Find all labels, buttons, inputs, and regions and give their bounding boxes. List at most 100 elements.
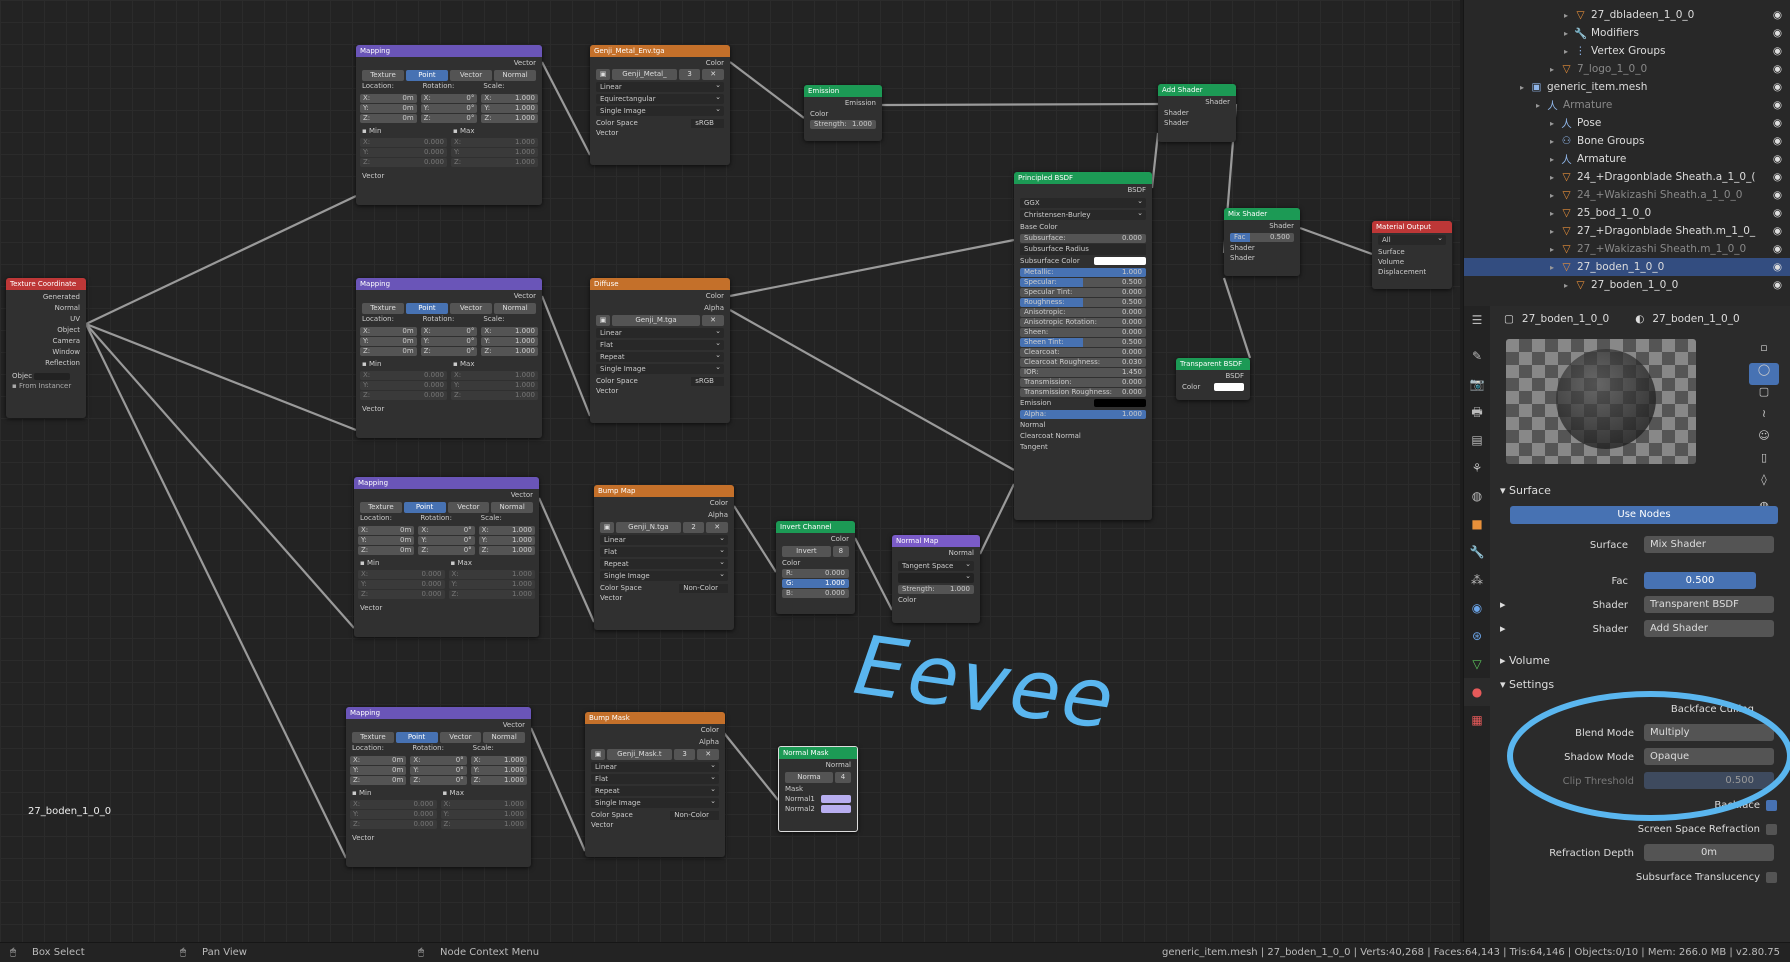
value-field[interactable]: X: 1.000 (481, 327, 539, 336)
value-field[interactable]: X: 0m (360, 94, 417, 103)
value-field[interactable]: Y: 0m (358, 536, 415, 545)
uv-map-field[interactable] (898, 573, 974, 583)
bsdf-slider[interactable]: Clearcoat Roughness: 0.030 (1020, 358, 1146, 367)
texture-coordinate-node[interactable]: Texture Coordinate Generated Normal UV Obje… (6, 278, 86, 418)
value-field[interactable]: Z: 0.000 (360, 158, 447, 167)
value-field[interactable]: Z: 1.000 (478, 546, 535, 555)
value-field[interactable]: X: 1.000 (448, 570, 535, 579)
value-field[interactable]: X: 0.000 (360, 138, 447, 147)
value-field[interactable]: Z: 0° (420, 114, 478, 123)
bsdf-slider[interactable]: Anisotropic Rotation: 0.000 (1020, 318, 1146, 327)
sphere-preview-icon[interactable]: ◯ (1749, 363, 1779, 385)
mapping-type-point[interactable]: Point (403, 502, 446, 513)
mix-shader-node[interactable]: Mix Shader Shader Fac 0.500 Shader Shader (1224, 208, 1300, 276)
mapping-type-normal[interactable]: Normal (483, 732, 525, 743)
visibility-eye-icon[interactable]: ◉ (1773, 207, 1782, 219)
image-icon[interactable]: ▣ (591, 749, 605, 760)
view-layer-icon[interactable]: ▤ (1464, 426, 1490, 454)
checkbox-label[interactable]: ▪ Max (441, 789, 528, 799)
bsdf-slider[interactable]: Alpha: 1.000 (1020, 410, 1146, 419)
expand-arrow-icon[interactable]: ▸ (1536, 101, 1546, 110)
mapping-type-texture[interactable]: Texture (362, 70, 404, 81)
material-icon[interactable]: ● (1464, 678, 1490, 706)
value-field[interactable]: Z: 0° (420, 347, 478, 356)
image-texture-bump-node[interactable]: Bump Map Color Alpha ▣ Genji_N.tga 2 ✕ Line… (594, 485, 734, 630)
data-icon[interactable]: ▽ (1464, 650, 1490, 678)
outliner-row[interactable]: ▸ 🔧 Modifiers ◉ (1464, 24, 1790, 42)
bsdf-slider[interactable]: Anisotropic: 0.000 (1020, 308, 1146, 317)
value-field[interactable]: X: 0m (360, 327, 417, 336)
value-field[interactable]: Z: 1.000 (470, 776, 527, 785)
mapping-type-toggle[interactable]: Texture Point Vector Normal (360, 502, 533, 513)
value-field[interactable]: X: 1.000 (470, 756, 527, 765)
checkbox-label[interactable]: ▪ Max (449, 559, 536, 569)
value-field[interactable]: Y: 0m (350, 766, 407, 775)
editor-type-icon[interactable]: ☰ (1464, 306, 1490, 342)
world-icon[interactable]: ◍ (1464, 482, 1490, 510)
mapping-type-normal[interactable]: Normal (491, 502, 533, 513)
value-field[interactable]: Y: 1.000 (448, 580, 535, 589)
value-field[interactable]: Y: 1.000 (440, 810, 527, 819)
visibility-eye-icon[interactable]: ◉ (1773, 225, 1782, 237)
value-field[interactable]: Z: 1.000 (451, 158, 538, 167)
value-field[interactable]: Z: 1.000 (481, 347, 539, 356)
value-field[interactable]: Z: 0m (360, 114, 417, 123)
color-swatch[interactable] (1094, 257, 1146, 265)
value-field[interactable]: Y: 0° (418, 536, 475, 545)
bsdf-input[interactable]: Subsurface Color (1014, 256, 1152, 267)
mapping-type-texture[interactable]: Texture (360, 502, 402, 513)
value-field[interactable]: X: 1.000 (451, 138, 538, 147)
node-editor[interactable]: Texture Coordinate Generated Normal UV Obje… (0, 0, 1460, 942)
mapping-type-normal[interactable]: Normal (494, 70, 536, 81)
value-field[interactable]: Y: 1.000 (481, 337, 539, 346)
expand-arrow-icon[interactable]: ▸ (1564, 29, 1574, 38)
bsdf-slider[interactable]: IOR: 1.450 (1020, 368, 1146, 377)
transparent-bsdf-node[interactable]: Transparent BSDF BSDF Color (1176, 358, 1250, 400)
value-field[interactable]: Y: 0.000 (360, 148, 447, 157)
value-field[interactable]: Y: 0° (420, 337, 478, 346)
close-icon[interactable]: ✕ (702, 69, 724, 80)
close-icon[interactable]: ✕ (702, 315, 724, 326)
value-field[interactable]: Y: 0.000 (358, 580, 445, 589)
shader1-field[interactable]: Transparent BSDF (1644, 596, 1774, 613)
bsdf-slider[interactable]: Transmission Roughness: 0.000 (1020, 388, 1146, 397)
checkbox-label[interactable]: ▪ Min (358, 559, 445, 569)
visibility-eye-icon[interactable]: ◉ (1773, 45, 1782, 57)
outliner-row[interactable]: ▸ 人 Armature ◉ (1464, 150, 1790, 168)
material-output-node[interactable]: Material Output All Surface Volume Displ… (1372, 221, 1452, 289)
visibility-eye-icon[interactable]: ◉ (1773, 153, 1782, 165)
mapping-node-4[interactable]: Mapping Vector Texture Point Vector Normal Loc… (346, 707, 531, 867)
value-field[interactable]: Z: 1.000 (448, 590, 535, 599)
image-icon[interactable]: ▣ (596, 69, 610, 80)
mapping-type-vector[interactable]: Vector (447, 502, 490, 513)
value-field[interactable]: Z: 0m (360, 347, 417, 356)
value-field[interactable]: Z: 1.000 (440, 820, 527, 829)
value-field[interactable]: Z: 0° (410, 776, 467, 785)
value-field[interactable]: X: 0.000 (358, 570, 445, 579)
output-icon[interactable]: 🖶 (1464, 398, 1490, 426)
checkbox-label[interactable]: ▪ Max (451, 127, 538, 137)
close-icon[interactable]: ✕ (697, 749, 719, 760)
bsdf-input[interactable]: Emission (1014, 398, 1152, 409)
outliner-row[interactable]: ▸ ▽ 24_+Wakizashi Sheath.a_1_0_0 ◉ (1464, 186, 1790, 204)
image-texture-bump-mask-node[interactable]: Bump Mask Color Alpha ▣ Genji_Mask.t 3 ✕ Li… (585, 712, 725, 857)
value-field[interactable]: X: 1.000 (478, 526, 535, 535)
expand-arrow-icon[interactable]: ▸ (1550, 155, 1560, 164)
outliner-row[interactable]: ▸ ⋮ Vertex Groups ◉ (1464, 42, 1790, 60)
value-field[interactable]: Z: 0m (358, 546, 415, 555)
value-field[interactable]: X: 1.000 (451, 371, 538, 380)
render-icon[interactable]: 📷 (1464, 370, 1490, 398)
checkbox-label[interactable]: ▪ Min (350, 789, 437, 799)
close-icon[interactable]: ✕ (706, 522, 728, 533)
tool-icon[interactable]: ✎ (1464, 342, 1490, 370)
value-field[interactable]: Y: 1.000 (451, 381, 538, 390)
cube-preview-icon[interactable]: ▢ (1749, 385, 1779, 407)
outliner-row[interactable]: ▸ ▽ 7_logo_1_0_0 ◉ (1464, 60, 1790, 78)
mapping-type-toggle[interactable]: Texture Point Vector Normal (362, 303, 536, 314)
outliner-row[interactable]: ▸ 人 Armature ◉ (1464, 96, 1790, 114)
surface-shader-field[interactable]: Mix Shader (1644, 536, 1774, 553)
scene-icon[interactable]: ⚘ (1464, 454, 1490, 482)
value-field[interactable]: X: 0° (420, 327, 478, 336)
mapping-type-vector[interactable]: Vector (439, 732, 482, 743)
visibility-eye-icon[interactable]: ◉ (1773, 9, 1782, 21)
